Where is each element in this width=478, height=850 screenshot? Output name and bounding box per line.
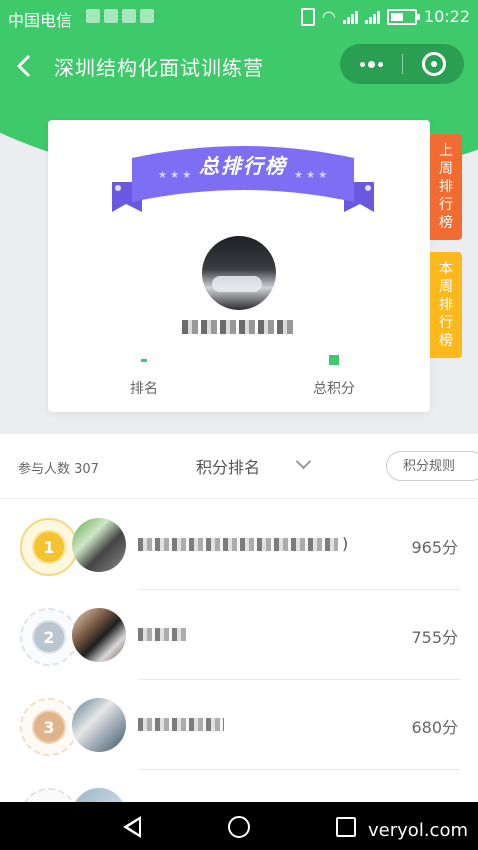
signal-icon-2 (364, 10, 380, 24)
avatar (72, 788, 126, 802)
user-name-blurred (138, 538, 338, 551)
watermark: veryol.com (368, 820, 468, 841)
chevron-left-icon (16, 54, 31, 78)
score-value: 755分 (411, 628, 458, 647)
leaderboard-card: ★ ★ ★ ★ ★ ★ 总排行榜 排名 总积分 (48, 120, 430, 412)
notification-icons (86, 9, 154, 23)
name-suffix: ) (342, 534, 349, 553)
dot-icon (377, 61, 383, 67)
score-value-marker (329, 355, 339, 365)
total-score-label: 总积分 (313, 381, 355, 397)
user-nickname-blurred (182, 320, 294, 334)
avatar (72, 608, 126, 662)
nav-recents-icon[interactable] (336, 817, 356, 837)
bronze-medal-icon: 3 (20, 698, 78, 756)
image-icon (86, 9, 100, 23)
rank-value-marker (141, 358, 147, 362)
nav-back-icon[interactable] (123, 816, 141, 838)
vibrate-icon (300, 7, 315, 26)
signal-icon (342, 10, 358, 24)
gold-medal-icon: 1 (20, 518, 78, 576)
battery-icon (386, 8, 420, 25)
rank-label: 排名 (130, 381, 158, 397)
rank-number: 1 (32, 530, 66, 564)
shield-icon (140, 9, 154, 23)
app-icon (104, 9, 118, 23)
dot-icon (359, 61, 365, 67)
mini-program-capsule (340, 44, 464, 84)
page-title: 深圳结构化面试训练营 (54, 56, 264, 80)
rank-number: 3 (32, 710, 66, 744)
more-button[interactable] (340, 44, 402, 84)
ranking-row-2[interactable]: 2 755分 (0, 590, 478, 680)
avatar-image (212, 276, 262, 292)
tab-this-week[interactable]: 本周排行榜 (430, 252, 462, 358)
avatar (72, 518, 126, 572)
chevron-down-icon[interactable] (295, 453, 312, 470)
silver-medal-icon: 2 (20, 608, 78, 666)
score-rules-button[interactable]: 积分规则 (386, 451, 478, 481)
user-name-blurred (138, 718, 224, 731)
participant-count: 参与人数 307 (18, 462, 99, 477)
close-program-button[interactable] (403, 44, 464, 84)
ranking-row-1[interactable]: 1 ) 965分 (0, 500, 478, 590)
carrier-label: 中国电信 (8, 11, 73, 30)
target-icon (421, 52, 446, 76)
filter-bar: 参与人数 307 积分排名 积分规则 (0, 434, 478, 499)
wifi-icon: ◠ (321, 7, 336, 26)
nav-home-icon[interactable] (228, 816, 250, 838)
back-button[interactable] (14, 52, 34, 85)
clock: 10:22 (423, 7, 470, 26)
tab-last-week-label: 上周排行榜 (439, 143, 453, 231)
avatar (72, 698, 126, 752)
medal-icon (20, 788, 78, 802)
dot-icon (367, 60, 375, 68)
ranking-row-4-partial[interactable] (0, 770, 478, 802)
sort-dropdown[interactable]: 积分排名 (196, 454, 260, 478)
ranking-row-3[interactable]: 3 680分 (0, 680, 478, 770)
status-bar: 中国电信 ◠ 10:22 (0, 0, 478, 34)
rank-stat: 排名 (84, 352, 204, 398)
total-score-stat: 总积分 (274, 352, 394, 398)
rank-number: 2 (32, 620, 66, 654)
score-value: 965分 (411, 538, 458, 557)
app-header: 深圳结构化面试训练营 (0, 34, 478, 104)
user-avatar (202, 236, 276, 310)
tab-this-week-label: 本周排行榜 (439, 261, 453, 349)
tab-last-week[interactable]: 上周排行榜 (430, 134, 462, 240)
user-name-blurred (138, 628, 186, 641)
score-value: 680分 (411, 718, 458, 737)
text-icon (122, 9, 136, 23)
banner-title: 总排行榜 (199, 154, 287, 178)
